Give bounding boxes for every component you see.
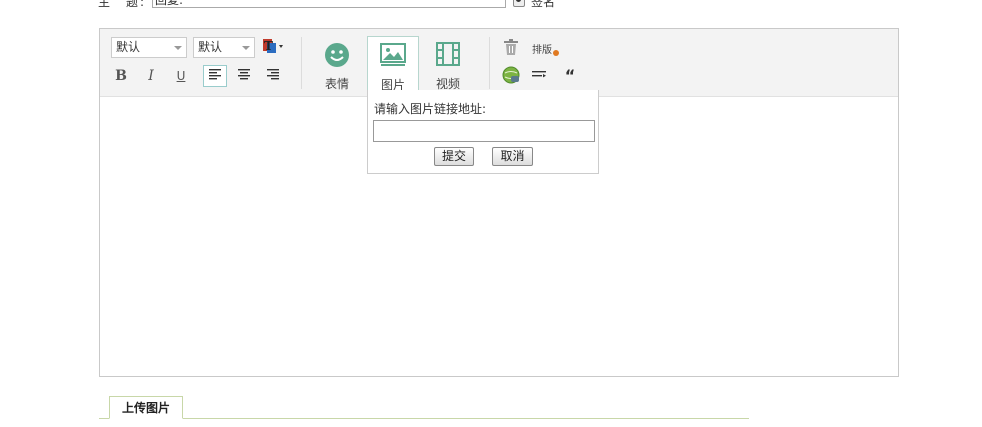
film-icon: [436, 42, 460, 66]
image-url-popup: 请输入图片链接地址: 提交 取消: [367, 90, 599, 174]
submit-button[interactable]: 提交: [434, 147, 474, 166]
image-icon: [380, 43, 406, 66]
cancel-button[interactable]: 取消: [492, 147, 533, 166]
svg-text:T: T: [264, 39, 273, 53]
chevron-down-icon: [242, 46, 250, 50]
font-size-value: 默认: [198, 40, 223, 54]
subject-input[interactable]: 回复:: [152, 0, 506, 8]
font-color-button[interactable]: T: [260, 37, 286, 59]
align-left-icon: [209, 69, 221, 80]
font-color-icon: T: [263, 39, 283, 53]
bold-button[interactable]: B: [110, 65, 132, 87]
align-center-button[interactable]: [232, 65, 256, 87]
tab-bar-line: [99, 418, 749, 419]
font-family-value: 默认: [116, 40, 141, 54]
layout-badge-icon: [553, 50, 560, 56]
sign-checkbox[interactable]: [513, 0, 525, 7]
video-button[interactable]: 视频: [422, 36, 474, 91]
popup-title: 请输入图片链接地址:: [374, 102, 487, 116]
italic-button[interactable]: I: [140, 65, 162, 87]
rich-text-editor: 默认 默认 T B I U 表情 图片 视频 排版 “: [99, 28, 899, 377]
layout-button[interactable]: 排版: [532, 41, 560, 56]
subject-label: 主 题:: [98, 0, 147, 9]
font-family-select[interactable]: 默认: [111, 37, 187, 58]
globe-link-icon: [502, 66, 520, 84]
underline-button[interactable]: U: [170, 65, 192, 87]
align-right-button[interactable]: [261, 65, 285, 87]
layout-label: 排版: [532, 45, 552, 56]
align-center-icon: [238, 69, 250, 80]
editor-toolbar: 默认 默认 T B I U 表情 图片 视频 排版 “: [100, 29, 898, 97]
emoji-label: 表情: [324, 77, 349, 91]
insert-link-button[interactable]: [501, 66, 521, 86]
emoji-button[interactable]: 表情: [311, 36, 363, 91]
sign-label: 签名: [531, 0, 556, 9]
horizontal-rule-icon: [532, 71, 546, 78]
toolbar-divider: [489, 37, 490, 89]
smiley-icon: [325, 43, 349, 67]
tab-upload-image[interactable]: 上传图片: [109, 396, 183, 419]
chevron-down-icon: [174, 46, 182, 50]
quote-button[interactable]: “: [560, 66, 580, 86]
image-url-input[interactable]: [373, 120, 595, 142]
font-size-select[interactable]: 默认: [193, 37, 255, 58]
trash-icon: [504, 39, 518, 55]
align-right-icon: [267, 69, 279, 80]
line-break-button[interactable]: [529, 66, 549, 86]
toolbar-divider: [301, 37, 302, 89]
image-button[interactable]: 图片: [367, 36, 419, 97]
align-left-button[interactable]: [203, 65, 227, 87]
clear-button[interactable]: [501, 38, 521, 58]
